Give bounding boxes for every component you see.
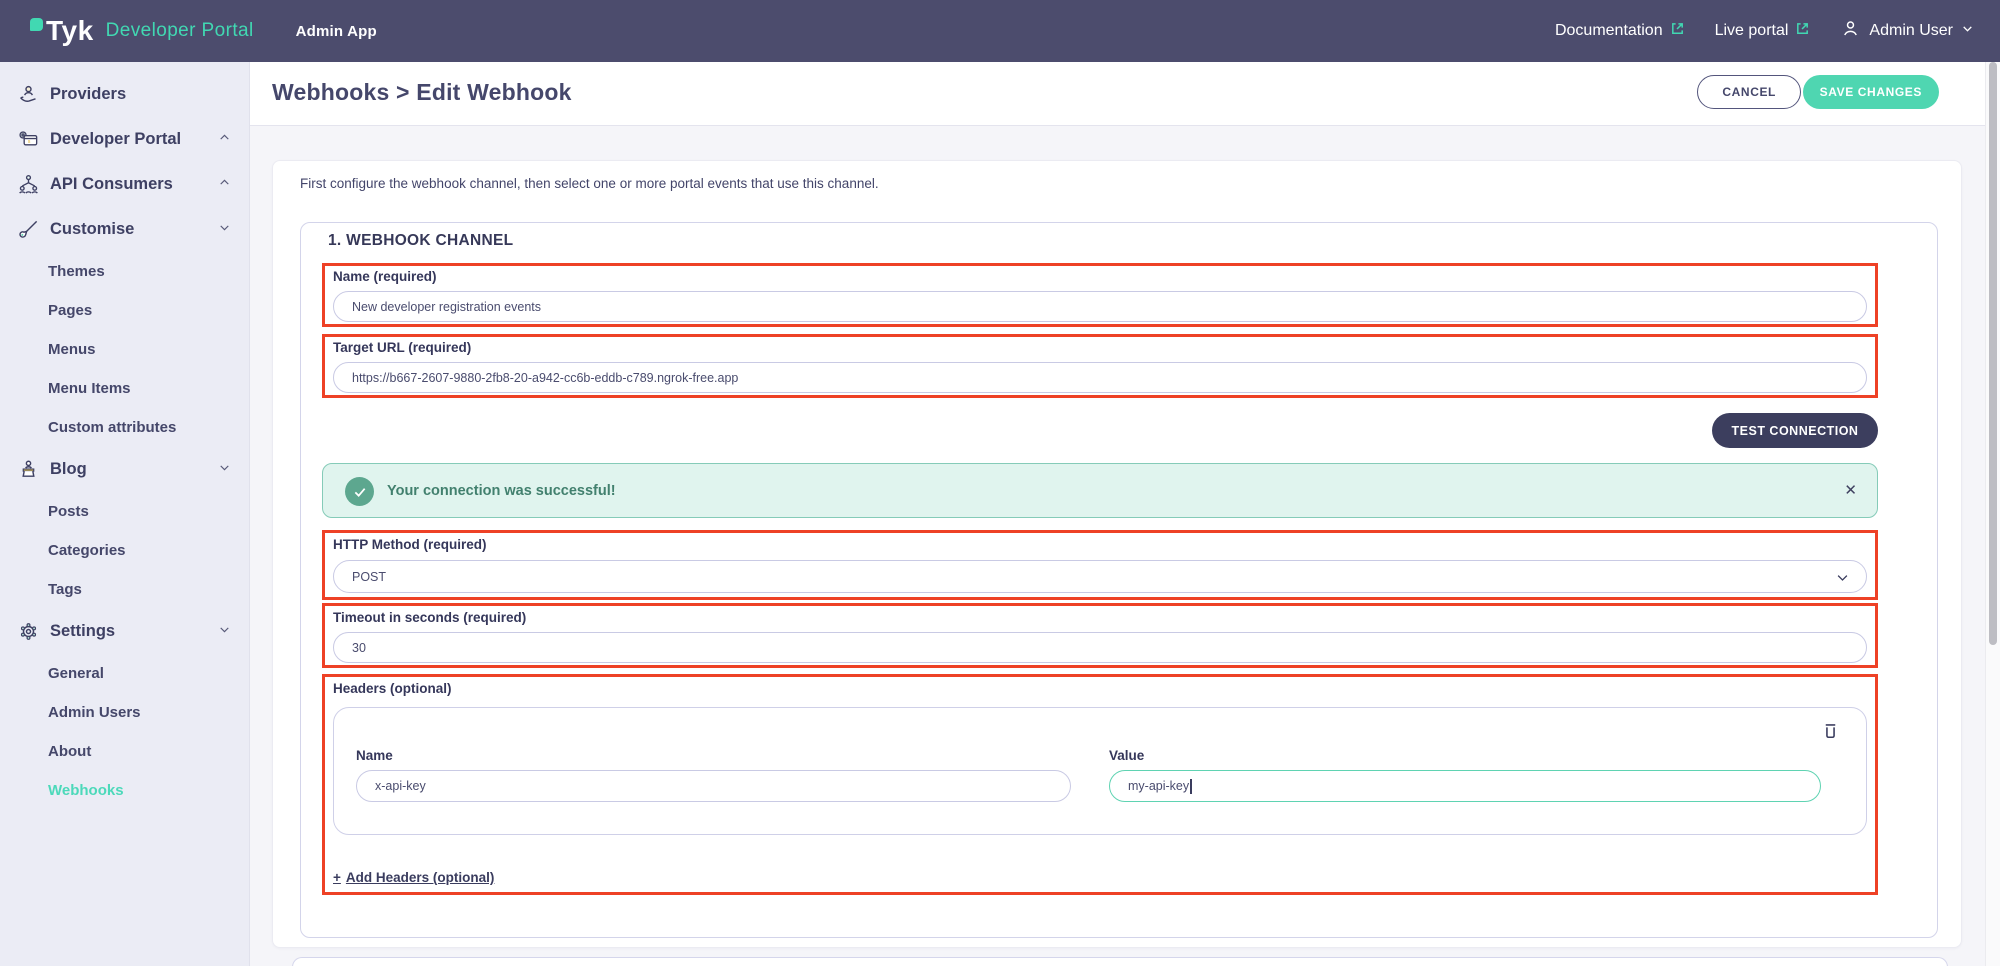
success-message: Your connection was successful! [387, 483, 616, 499]
test-connection-button[interactable]: TEST CONNECTION [1712, 413, 1878, 448]
app-label: Admin App [296, 23, 377, 40]
external-link-icon [1670, 21, 1685, 41]
sidebar-label: Developer Portal [50, 130, 218, 149]
scrollbar-thumb[interactable] [1989, 62, 1997, 645]
cancel-button[interactable]: CANCEL [1697, 75, 1801, 109]
providers-icon [16, 83, 40, 107]
timeout-label: Timeout in seconds (required) [333, 610, 526, 625]
user-icon [1840, 18, 1861, 44]
sidebar-item-api-consumers[interactable]: API Consumers [0, 162, 249, 207]
chevron-up-icon [218, 176, 231, 194]
sidebar-item-webhooks[interactable]: Webhooks [0, 771, 249, 810]
close-alert-icon[interactable]: ✕ [1844, 481, 1857, 499]
save-changes-button[interactable]: SAVE CHANGES [1803, 75, 1939, 109]
scrollbar-track[interactable] [1985, 62, 2000, 966]
settings-gear-icon [16, 620, 40, 644]
header-row-card: Name Value my-api-key [333, 707, 1867, 835]
section-title: 1. WEBHOOK CHANNEL [328, 232, 513, 250]
chevron-down-icon [218, 623, 231, 641]
nav-live-portal-link[interactable]: Live portal [1715, 21, 1811, 41]
sidebar-label: Providers [50, 85, 231, 104]
header-value-text: my-api-key [1128, 779, 1189, 793]
next-section-panel [292, 957, 1948, 966]
user-menu[interactable]: Admin User [1840, 18, 1974, 44]
external-link-icon [1795, 21, 1810, 41]
breadcrumb: Webhooks > Edit Webhook [272, 79, 572, 106]
documentation-label: Documentation [1555, 22, 1663, 40]
http-method-label: HTTP Method (required) [333, 537, 487, 552]
header-name-input[interactable] [356, 770, 1071, 802]
sidebar-item-general[interactable]: General [0, 654, 249, 693]
form-intro-text: First configure the webhook channel, the… [300, 176, 879, 191]
tyk-logo[interactable]: Tyk Developer Portal [30, 15, 254, 47]
developer-portal-icon: s [16, 128, 40, 152]
chevron-down-icon [1961, 22, 1974, 40]
header-name-label: Name [356, 748, 393, 763]
sidebar-item-custom-attributes[interactable]: Custom attributes [0, 408, 249, 447]
sidebar-item-customise[interactable]: Customise [0, 207, 249, 252]
customise-icon [16, 218, 40, 242]
sidebar-item-blog[interactable]: Blog [0, 447, 249, 492]
target-url-label: Target URL (required) [333, 340, 471, 355]
sidebar-item-developer-portal[interactable]: s Developer Portal [0, 117, 249, 162]
nav-documentation-link[interactable]: Documentation [1555, 21, 1685, 41]
blog-icon [16, 458, 40, 482]
sidebar-item-settings[interactable]: Settings [0, 609, 249, 654]
header-value-input[interactable]: my-api-key [1109, 770, 1821, 802]
target-url-input[interactable] [333, 362, 1867, 393]
sidebar-item-menu-items[interactable]: Menu Items [0, 369, 249, 408]
sidebar-item-providers[interactable]: Providers [0, 72, 249, 117]
sidebar-nav: Providers s Developer Portal API Consume… [0, 62, 250, 966]
success-alert: Your connection was successful! ✕ [322, 463, 1878, 518]
sidebar-label: API Consumers [50, 175, 218, 194]
add-headers-label: Add Headers (optional) [346, 870, 495, 885]
sidebar-item-about[interactable]: About [0, 732, 249, 771]
plus-icon: + [333, 870, 341, 885]
page-header: Webhooks > Edit Webhook CANCEL SAVE CHAN… [250, 62, 2000, 126]
headers-label: Headers (optional) [333, 681, 452, 696]
sidebar-item-menus[interactable]: Menus [0, 330, 249, 369]
sidebar-label: Customise [50, 220, 218, 239]
chevron-down-icon [218, 221, 231, 239]
sidebar-item-posts[interactable]: Posts [0, 492, 249, 531]
sidebar-item-pages[interactable]: Pages [0, 291, 249, 330]
chevron-up-icon [218, 131, 231, 149]
user-name: Admin User [1869, 22, 1953, 40]
live-portal-label: Live portal [1715, 22, 1789, 40]
sidebar-item-categories[interactable]: Categories [0, 531, 249, 570]
svg-text:s: s [27, 139, 30, 145]
timeout-input[interactable] [333, 632, 1867, 663]
logo-subtitle: Developer Portal [106, 20, 254, 42]
chevron-down-icon [218, 461, 231, 479]
delete-header-trash-icon[interactable] [1821, 720, 1840, 746]
sidebar-label: Settings [50, 622, 218, 641]
top-navbar: Tyk Developer Portal Admin App Documenta… [0, 0, 2000, 62]
chevron-down-icon [1835, 570, 1850, 590]
add-headers-link[interactable]: + Add Headers (optional) [333, 870, 494, 885]
logo-text: Tyk [46, 15, 94, 47]
success-check-icon [345, 477, 374, 506]
http-method-select[interactable]: POST [333, 560, 1867, 593]
name-input[interactable] [333, 291, 1867, 322]
sidebar-item-themes[interactable]: Themes [0, 252, 249, 291]
tyk-leaf-icon [30, 18, 43, 31]
name-label: Name (required) [333, 269, 437, 284]
sidebar-item-admin-users[interactable]: Admin Users [0, 693, 249, 732]
http-method-value: POST [352, 570, 386, 584]
api-consumers-icon [16, 173, 40, 197]
header-value-label: Value [1109, 748, 1144, 763]
text-cursor [1190, 779, 1192, 794]
sidebar-item-tags[interactable]: Tags [0, 570, 249, 609]
sidebar-label: Blog [50, 460, 218, 479]
